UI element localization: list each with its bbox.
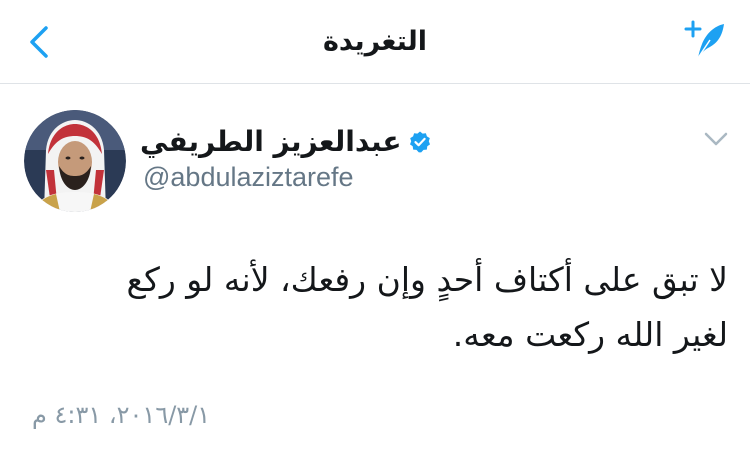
verified-badge-icon xyxy=(409,131,430,153)
display-name-text: عبدالعزيز الطريفي xyxy=(140,125,402,158)
tweet-text-line: لا تبق على أكتاف أحدٍ وإن رفعك، لأنه لو … xyxy=(126,260,728,299)
tweet-text: لا تبق على أكتاف أحدٍ وإن رفعك، لأنه لو … xyxy=(22,252,728,362)
navigation-bar: التغريدة xyxy=(0,0,750,84)
page-title: التغريدة xyxy=(322,26,428,57)
author-display-name[interactable]: عبدالعزيز الطريفي xyxy=(140,124,432,160)
profile-photo xyxy=(24,110,126,212)
compose-tweet-button[interactable] xyxy=(684,16,730,62)
tweet-options-button[interactable] xyxy=(702,128,730,150)
chevron-down-icon xyxy=(704,132,728,146)
author-handle[interactable]: @abdulaziztarefe xyxy=(143,160,354,194)
compose-tweet-icon xyxy=(684,20,724,59)
tweet-timestamp: ٢٠١٦/٣/١، ٤:٣١ م xyxy=(32,401,211,429)
tweet-text-line: لغير الله ركعت معه. xyxy=(452,315,728,354)
avatar[interactable] xyxy=(24,110,126,212)
